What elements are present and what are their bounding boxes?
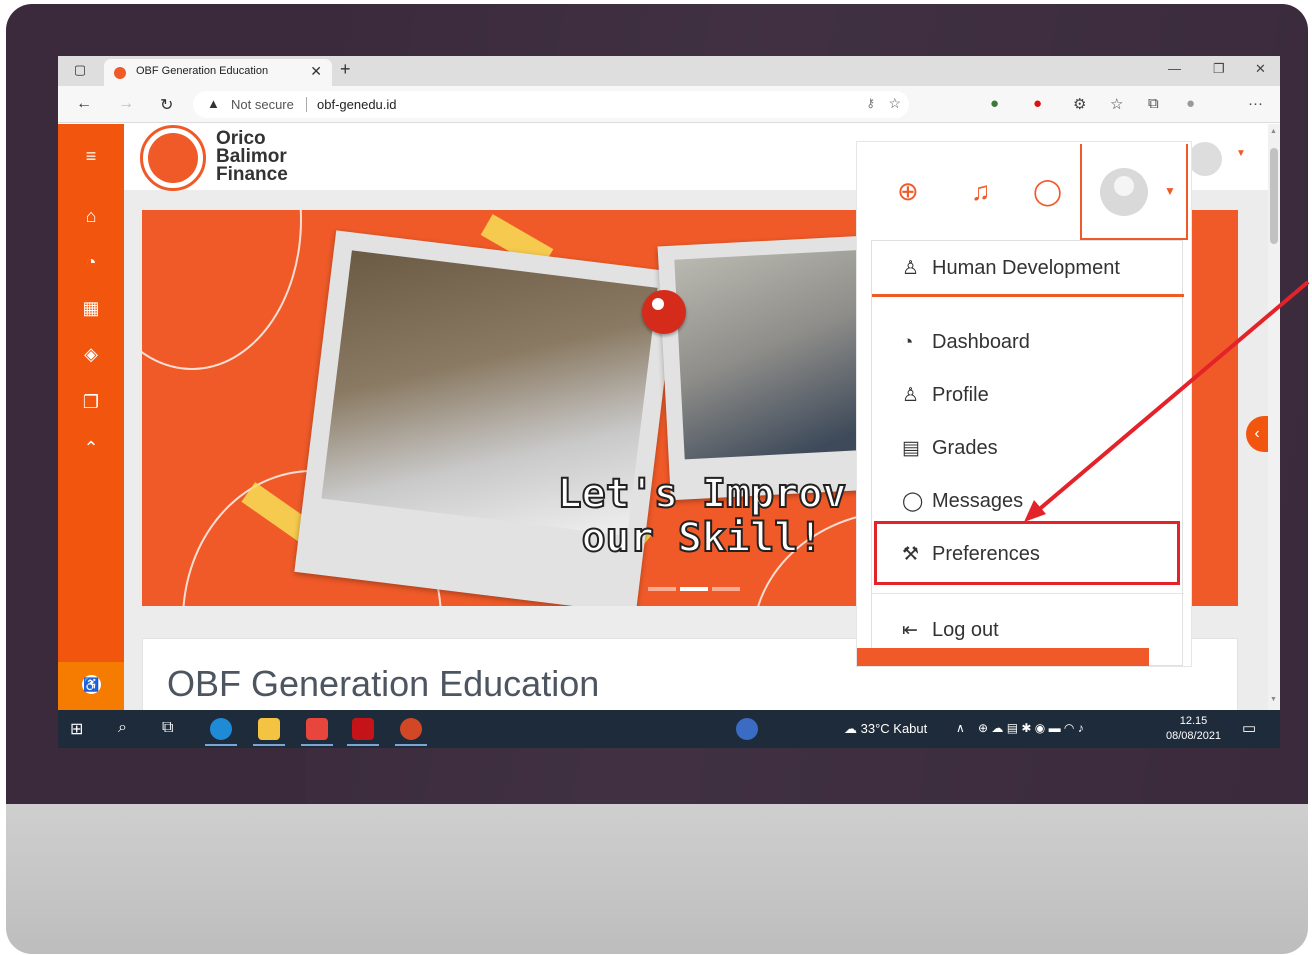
user-avatar[interactable] (1188, 142, 1222, 176)
minimize-icon[interactable]: — (1168, 61, 1181, 76)
acrobat-icon[interactable] (352, 718, 374, 740)
windows-taskbar: ⊞ ⌕ ⧉ ☁ 33°C Kabut ∧ ⊕ ☁ ▤ ✱ ◉ ▬ ◠ ♪ 12.… (58, 710, 1280, 748)
new-tab-icon[interactable]: + (340, 59, 351, 80)
powerpoint-icon[interactable] (400, 718, 422, 740)
tray-icons[interactable]: ⊕ ☁ ▤ ✱ ◉ ▬ ◠ ♪ (978, 721, 1084, 735)
notifications-icon[interactable]: ▭ (1242, 719, 1256, 737)
dashboard-icon: ◔ (902, 332, 914, 353)
layers-icon[interactable]: ◈ (80, 344, 102, 365)
menu-item-preferences[interactable]: ⚒ Preferences (902, 543, 1040, 566)
tab-actions-icon[interactable]: ▢ (72, 62, 88, 78)
search-icon[interactable]: ⌕ (118, 719, 127, 737)
graduation-cap-icon[interactable]: ⌃ (80, 438, 102, 459)
drawer-toggle-icon[interactable]: ‹ (1246, 416, 1268, 452)
carousel-indicators[interactable] (648, 578, 744, 596)
menu-item-grades[interactable]: ▤ Grades (902, 437, 998, 460)
task-view-icon[interactable]: ⧉ (162, 719, 173, 737)
user-dropdown-menu: ♙ Human Development ◔ Dashboard ♙ Profile ▤… (871, 240, 1184, 666)
extension-globe-icon[interactable]: ● (990, 95, 999, 112)
site-favicon-icon (114, 67, 126, 79)
accessibility-button[interactable]: ♿ (58, 662, 124, 710)
zoomed-navbar: ⊕ ♫ ◯ ▼ (857, 142, 1191, 240)
home-icon[interactable]: ⌂ (80, 206, 102, 227)
favorites-icon[interactable]: ☆ (1110, 95, 1123, 113)
clock[interactable]: 12.15 08/08/2021 (1166, 714, 1221, 744)
calendar-icon[interactable]: ▦ (80, 298, 102, 319)
brand-name[interactable]: Orico Balimor Finance (216, 129, 288, 184)
collections-icon[interactable]: ⧉ (1148, 95, 1159, 112)
menu-item-messages[interactable]: ◯ Messages (902, 490, 1023, 513)
profile-avatar-icon[interactable]: ● (1186, 95, 1195, 112)
more-menu-icon[interactable]: ··· (1248, 95, 1263, 112)
browser-tab[interactable]: OBF Generation Education ✕ (104, 59, 332, 86)
hamburger-menu-icon[interactable]: ≡ (80, 146, 102, 167)
caret-down-icon: ▼ (1164, 184, 1176, 198)
file-explorer-icon[interactable] (258, 718, 280, 740)
edge-icon[interactable] (210, 718, 232, 740)
dashboard-icon[interactable]: ◔ (80, 252, 102, 273)
files-icon[interactable]: ❐ (80, 392, 102, 413)
address-bar[interactable]: ▲ Not secure obf-genedu.id ⚷ ☆ (193, 91, 909, 118)
menu-item-logout[interactable]: ⇤ Log out (902, 619, 999, 642)
wrench-icon: ⚒ (902, 544, 920, 565)
menu-item-profile[interactable]: ♙ Profile (902, 384, 989, 407)
grades-icon: ▤ (902, 438, 920, 459)
logout-icon: ⇤ (902, 620, 918, 641)
not-secure-label[interactable]: Not secure (231, 97, 294, 112)
anydesk-icon[interactable] (306, 718, 328, 740)
help-icon[interactable] (736, 718, 758, 740)
tab-title: OBF Generation Education (136, 65, 269, 77)
pin-icon (642, 290, 686, 334)
user-icon: ♙ (902, 258, 920, 279)
language-globe-icon[interactable]: ⊕ (897, 176, 919, 207)
left-sidebar: ≡ ⌂ ◔ ▦ ◈ ❐ ⌃ ♿ (58, 124, 124, 710)
messages-icon: ◯ (902, 491, 924, 512)
weather-widget[interactable]: ☁ 33°C Kabut (844, 721, 927, 737)
page-scrollbar[interactable]: ▲ ▼ (1268, 124, 1280, 710)
caret-down-icon[interactable]: ▼ (1236, 148, 1246, 159)
add-favorite-icon[interactable]: ☆ (888, 95, 901, 112)
user-menu-toggle[interactable]: ▼ (1080, 144, 1188, 240)
restore-icon[interactable]: ❐ (1213, 61, 1225, 77)
extensions-icon[interactable]: ⚙ (1073, 95, 1086, 113)
user-name: ♙ Human Development (902, 257, 1120, 279)
reload-icon[interactable]: ↻ (160, 95, 173, 115)
brand-logo-icon[interactable] (140, 125, 206, 191)
accessibility-icon: ♿ (82, 675, 101, 694)
warning-icon: ▲ (207, 96, 220, 111)
banner-slogan: Let's Improv our Skill! (557, 471, 848, 561)
close-window-icon[interactable]: ✕ (1255, 61, 1266, 77)
close-tab-icon[interactable]: ✕ (310, 63, 322, 80)
menu-item-dashboard[interactable]: ◔ Dashboard (902, 331, 1030, 354)
messages-bubble-icon[interactable]: ◯ (1033, 176, 1062, 207)
forward-icon[interactable]: → (118, 95, 134, 113)
url-text[interactable]: obf-genedu.id (317, 97, 397, 112)
key-icon[interactable]: ⚷ (866, 96, 875, 110)
browser-tab-bar: ▢ OBF Generation Education ✕ + — ❐ ✕ (58, 56, 1280, 86)
back-icon[interactable]: ← (76, 95, 92, 113)
monitor-chin (6, 804, 1308, 954)
zoomed-user-menu: ⊕ ♫ ◯ ▼ ♙ Human Development ◔ Dashboard ♙ P… (857, 142, 1191, 666)
tray-chevron-icon[interactable]: ∧ (956, 721, 965, 735)
profile-icon: ♙ (902, 385, 920, 406)
user-name-row: ♙ Human Development (872, 241, 1184, 297)
start-icon[interactable]: ⊞ (70, 719, 83, 739)
address-bar-row: ← → ↻ ▲ Not secure obf-genedu.id ⚷ ☆ (58, 86, 1280, 123)
user-avatar-icon (1100, 168, 1148, 216)
notification-bell-icon[interactable]: ♫ (971, 176, 991, 207)
extension-opera-icon[interactable]: ● (1033, 95, 1042, 112)
course-title[interactable]: OBF Generation Education (167, 663, 599, 705)
